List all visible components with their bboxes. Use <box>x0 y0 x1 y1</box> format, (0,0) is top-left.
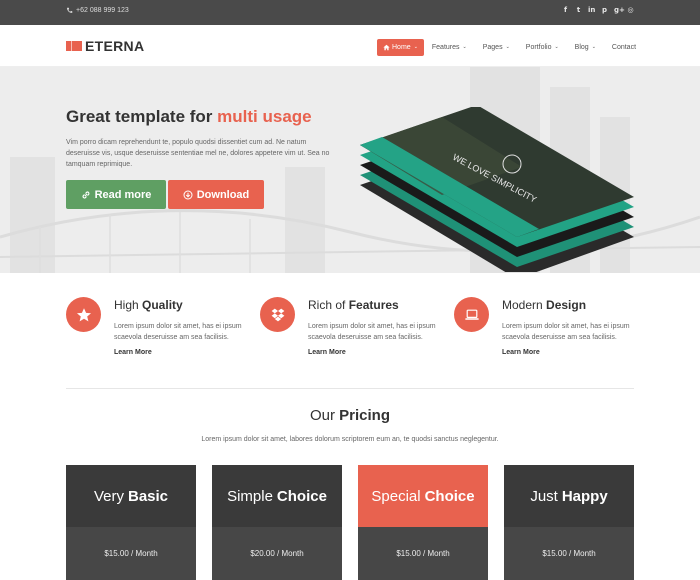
learn-more-link[interactable]: Learn More <box>308 349 346 356</box>
feature-text: Lorem ipsum dolor sit amet, has ei ipsum… <box>502 323 630 341</box>
plan-price: $15.00 / Month <box>358 527 488 580</box>
feature-title-bold: Features <box>348 298 399 312</box>
nav-blog[interactable]: Blog ⌄ <box>567 39 604 56</box>
feature-title-bold: Quality <box>142 298 183 312</box>
read-more-button[interactable]: Read more <box>66 180 166 209</box>
pinterest-icon[interactable]: p <box>601 6 608 15</box>
pricing-card-header: Very Basic <box>66 465 196 527</box>
nav-features-label: Features <box>431 44 460 51</box>
pricing-card-simple-choice[interactable]: Simple Choice $20.00 / Month <box>212 465 342 580</box>
chevron-down-icon: ⌄ <box>462 44 467 50</box>
site-logo[interactable]: ETERNA <box>66 38 144 54</box>
feature-title: High Quality <box>114 298 183 312</box>
plan-name-bold: Happy <box>561 487 608 505</box>
pricing-title-bold: Pricing <box>339 407 391 424</box>
hero-title: Great template for multi usage <box>66 107 312 127</box>
features-section: High Quality Lorem ipsum dolor sit amet,… <box>66 297 636 367</box>
dropbox-icon <box>271 308 284 321</box>
link-icon <box>82 190 90 199</box>
nav-pages[interactable]: Pages ⌄ <box>475 39 518 56</box>
feature-title-plain: Rich of <box>308 298 349 312</box>
pricing-subtitle: Lorem ipsum dolor sit amet, labores dolo… <box>201 436 499 443</box>
pricing-card-special-choice[interactable]: Special Choice $15.00 / Month <box>358 465 488 580</box>
nav-portfolio-label: Portfolio <box>525 44 552 51</box>
laptop-icon <box>464 309 479 320</box>
phone-icon <box>67 7 73 13</box>
feature-title: Rich of Features <box>308 298 399 312</box>
plan-name-plain: Just <box>530 487 558 505</box>
feature-icon-circle <box>66 297 101 332</box>
feature-title-plain: Modern <box>502 298 547 312</box>
logo-text: ETERNA <box>85 38 145 54</box>
dribbble-icon[interactable]: ◎ <box>627 6 634 15</box>
feature-title-bold: Design <box>546 298 587 312</box>
feature-title-plain: High <box>114 298 143 312</box>
plan-name-plain: Special <box>371 487 421 505</box>
nav-home[interactable]: Home ⌄ <box>377 39 424 56</box>
main-nav: Home ⌄ Features ⌄ Pages ⌄ Portfolio ⌄ Blog ⌄ … <box>377 39 644 56</box>
nav-contact-label: Contact <box>611 44 637 51</box>
linkedin-icon[interactable]: in <box>588 6 595 15</box>
twitter-icon[interactable]: t <box>575 6 582 15</box>
pricing-card-header: Special Choice <box>358 465 488 527</box>
plan-name-bold: Choice <box>424 487 475 505</box>
download-label: Download <box>196 188 250 201</box>
hero-title-plain: Great template for <box>66 107 218 126</box>
chevron-down-icon: ⌄ <box>554 44 559 50</box>
plan-name-bold: Basic <box>127 487 169 505</box>
pricing-card-header: Just Happy <box>504 465 634 527</box>
download-icon <box>183 190 193 199</box>
read-more-label: Read more <box>94 188 152 201</box>
feature-title: Modern Design <box>502 298 586 312</box>
chevron-down-icon: ⌄ <box>505 44 510 50</box>
nav-features[interactable]: Features ⌄ <box>424 39 475 56</box>
plan-name-plain: Simple <box>227 487 273 505</box>
section-divider <box>66 388 634 389</box>
chevron-down-icon: ⌄ <box>591 44 596 50</box>
logo-mark <box>66 41 82 51</box>
hero-text: Vim porro dicam reprehendunt te, populo … <box>66 139 330 168</box>
feature-text: Lorem ipsum dolor sit amet, has ei ipsum… <box>114 323 242 341</box>
nav-blog-label: Blog <box>574 44 589 51</box>
pricing-card-very-basic[interactable]: Very Basic $15.00 / Month <box>66 465 196 580</box>
home-icon <box>383 44 390 51</box>
site-header: ETERNA Home ⌄ Features ⌄ Pages ⌄ Portfolio ⌄… <box>0 25 700 67</box>
plan-price: $20.00 / Month <box>212 527 342 580</box>
google-plus-icon[interactable]: g+ <box>614 6 625 15</box>
learn-more-link[interactable]: Learn More <box>114 349 152 356</box>
pricing-title: Our Pricing <box>0 407 700 424</box>
pricing-title-plain: Our <box>309 407 340 424</box>
plan-name-bold: Choice <box>276 487 327 505</box>
nav-home-label: Home <box>392 44 411 51</box>
hero-section: Great template for multi usage Vim porro… <box>0 67 700 273</box>
feature-text: Lorem ipsum dolor sit amet, has ei ipsum… <box>308 323 436 341</box>
phone-contact: +62 088 999 123 <box>66 7 129 14</box>
device-mockup: WE LOVE SIMPLICITY <box>360 107 634 272</box>
feature-icon-circle <box>454 297 489 332</box>
plan-name-plain: Very <box>93 487 124 505</box>
feature-icon-circle <box>260 297 295 332</box>
star-icon <box>76 307 91 321</box>
learn-more-link[interactable]: Learn More <box>502 349 540 356</box>
hero-title-accent: multi usage <box>217 107 312 126</box>
top-bar: +62 088 999 123 f t in p g+ ◎ <box>0 0 700 25</box>
phone-number: +62 088 999 123 <box>76 7 129 14</box>
nav-portfolio[interactable]: Portfolio ⌄ <box>518 39 567 56</box>
pricing-card-just-happy[interactable]: Just Happy $15.00 / Month <box>504 465 634 580</box>
social-links: f t in p g+ ◎ <box>562 6 634 15</box>
nav-contact[interactable]: Contact <box>604 39 644 56</box>
facebook-icon[interactable]: f <box>562 6 569 15</box>
pricing-card-header: Simple Choice <box>212 465 342 527</box>
plan-price: $15.00 / Month <box>504 527 634 580</box>
download-button[interactable]: Download <box>168 180 264 209</box>
plan-price: $15.00 / Month <box>66 527 196 580</box>
nav-pages-label: Pages <box>482 44 503 51</box>
chevron-down-icon: ⌄ <box>413 44 418 50</box>
